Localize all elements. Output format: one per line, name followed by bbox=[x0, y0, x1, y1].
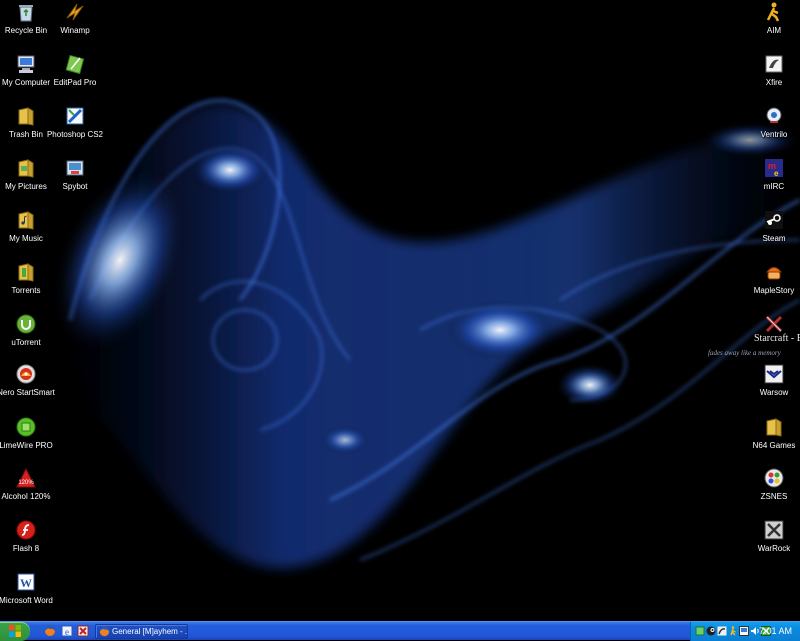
my-computer-icon bbox=[17, 55, 35, 73]
torrents-folder-icon bbox=[18, 263, 34, 282]
winamp-icon bbox=[66, 3, 84, 21]
desktop-icon-label: MapleStory bbox=[753, 286, 795, 295]
limewire-icon bbox=[16, 417, 36, 437]
desktop-icon-label: mIRC bbox=[763, 182, 785, 191]
system-tray: 7:01 AM bbox=[690, 622, 800, 641]
desktop-icon-label: Spybot bbox=[62, 182, 88, 191]
my-music-icon bbox=[18, 211, 34, 230]
desktop-icon-label: Alcohol 120% bbox=[1, 492, 51, 501]
desktop-icon-utorrent[interactable]: uTorrent bbox=[0, 314, 59, 348]
aim-icon bbox=[766, 2, 780, 22]
spybot-icon bbox=[66, 160, 84, 176]
trash-bin-icon bbox=[18, 107, 34, 126]
mirc-icon: me bbox=[765, 159, 783, 178]
tray-xfire-icon[interactable] bbox=[717, 626, 727, 636]
desktop-icon-torrents[interactable]: Torrents bbox=[0, 262, 59, 296]
zsnes-icon bbox=[764, 468, 784, 488]
desktop-icon-label: Torrents bbox=[11, 286, 41, 295]
steam-icon bbox=[765, 211, 783, 229]
taskbar-window-title: General [M]ayhem - ... bbox=[112, 627, 188, 636]
desktop-icon-word[interactable]: W Microsoft Word bbox=[0, 572, 59, 606]
desktop-icon-warrock[interactable]: WarRock bbox=[741, 520, 800, 554]
desktop-icon-winamp[interactable]: Winamp bbox=[42, 2, 108, 36]
n64-folder-icon bbox=[766, 418, 782, 437]
desktop-icon-label: Microsoft Word bbox=[0, 596, 53, 605]
photoshop-icon bbox=[66, 107, 84, 125]
taskbar: e General [M]ayhem - ... 7:01 AM bbox=[0, 621, 800, 641]
recycle-bin-icon bbox=[19, 5, 33, 22]
windows-orb-icon bbox=[9, 625, 21, 637]
desktop-icon-my-music[interactable]: My Music bbox=[0, 210, 59, 244]
flash-icon bbox=[16, 520, 36, 540]
alcohol-icon: 120% bbox=[16, 468, 36, 488]
desktop-icon-warsow[interactable]: Warsow bbox=[741, 364, 800, 398]
editpad-icon bbox=[65, 54, 85, 74]
nero-icon bbox=[16, 364, 36, 384]
tray-steam-icon[interactable] bbox=[706, 626, 716, 636]
wallpaper-tagline: fades away like a memory bbox=[708, 349, 781, 357]
svg-text:W: W bbox=[20, 576, 32, 590]
ie-icon[interactable]: e bbox=[61, 625, 73, 637]
starcraft-icon bbox=[765, 315, 783, 333]
desktop-icon-steam[interactable]: Steam bbox=[741, 210, 800, 244]
desktop-icon-photoshop[interactable]: Photoshop CS2 bbox=[42, 106, 108, 140]
desktop-icon-zsnes[interactable]: ZSNES bbox=[741, 468, 800, 502]
desktop-icon-label: Steam bbox=[762, 234, 786, 243]
desktop-icon-nero[interactable]: Nero StartSmart bbox=[0, 364, 59, 398]
desktop-icon-label: My Music bbox=[9, 234, 43, 243]
desktop-icon-label: ZSNES bbox=[760, 492, 788, 501]
firefox-icon[interactable] bbox=[44, 625, 56, 637]
warrock-icon bbox=[764, 520, 784, 540]
tray-network-icon[interactable] bbox=[739, 626, 749, 636]
my-pictures-icon bbox=[18, 159, 34, 178]
starcraft-label-overlay: Starcraft - Brood War bbox=[754, 333, 800, 344]
desktop-icon-label: N64 Games bbox=[752, 441, 796, 450]
desktop-icon-label: Flash 8 bbox=[12, 544, 40, 553]
word-icon: W bbox=[17, 573, 35, 591]
desktop-icon-n64-games[interactable]: N64 Games bbox=[741, 417, 800, 451]
warsow-icon bbox=[764, 364, 784, 384]
desktop-icon-alcohol[interactable]: 120% Alcohol 120% bbox=[0, 468, 59, 502]
desktop-icon-label: Ventrilo bbox=[760, 130, 788, 139]
desktop-icon-editpad[interactable]: EditPad Pro bbox=[42, 54, 108, 88]
desktop-icon-label: AIM bbox=[766, 26, 782, 35]
desktop-icon-limewire[interactable]: LimeWire PRO bbox=[0, 417, 59, 451]
tray-app-icon[interactable] bbox=[695, 626, 705, 636]
utorrent-icon bbox=[16, 314, 36, 334]
taskbar-window-button[interactable]: General [M]ayhem - ... bbox=[95, 624, 188, 639]
svg-text:e: e bbox=[65, 627, 69, 637]
tray-aim-icon[interactable] bbox=[728, 626, 738, 636]
start-button[interactable] bbox=[0, 622, 30, 641]
svg-text:e: e bbox=[774, 169, 779, 178]
desktop-icon-label: Warsow bbox=[759, 388, 789, 397]
maplestory-icon bbox=[765, 267, 783, 280]
firefox-icon bbox=[99, 626, 110, 637]
desktop-icon-mirc[interactable]: me mIRC bbox=[741, 158, 800, 192]
svg-text:120%: 120% bbox=[18, 480, 34, 486]
xfire-icon bbox=[765, 55, 783, 73]
media-icon[interactable] bbox=[77, 625, 89, 637]
desktop-icon-maplestory[interactable]: MapleStory bbox=[741, 262, 800, 296]
desktop-icon-ventrilo[interactable]: Ventrilo bbox=[741, 106, 800, 140]
desktop-icon-label: Nero StartSmart bbox=[0, 388, 55, 397]
desktop-icon-label: Photoshop CS2 bbox=[46, 130, 104, 139]
desktop-icon-label: WarRock bbox=[757, 544, 791, 553]
desktop-icon-spybot[interactable]: Spybot bbox=[42, 158, 108, 192]
ventrilo-icon bbox=[766, 107, 782, 123]
taskbar-clock[interactable]: 7:01 AM bbox=[759, 622, 792, 641]
desktop-icon-label: Xfire bbox=[765, 78, 783, 87]
desktop-wallpaper bbox=[0, 0, 800, 621]
desktop-icon-label: uTorrent bbox=[11, 338, 41, 347]
desktop-icon-label: EditPad Pro bbox=[53, 78, 97, 87]
desktop-icon-aim[interactable]: AIM bbox=[741, 2, 800, 36]
desktop-icon-xfire[interactable]: Xfire bbox=[741, 54, 800, 88]
desktop-icon-flash[interactable]: Flash 8 bbox=[0, 520, 59, 554]
desktop-icon-label: LimeWire PRO bbox=[0, 441, 53, 450]
desktop-icon-label: Winamp bbox=[60, 26, 90, 35]
